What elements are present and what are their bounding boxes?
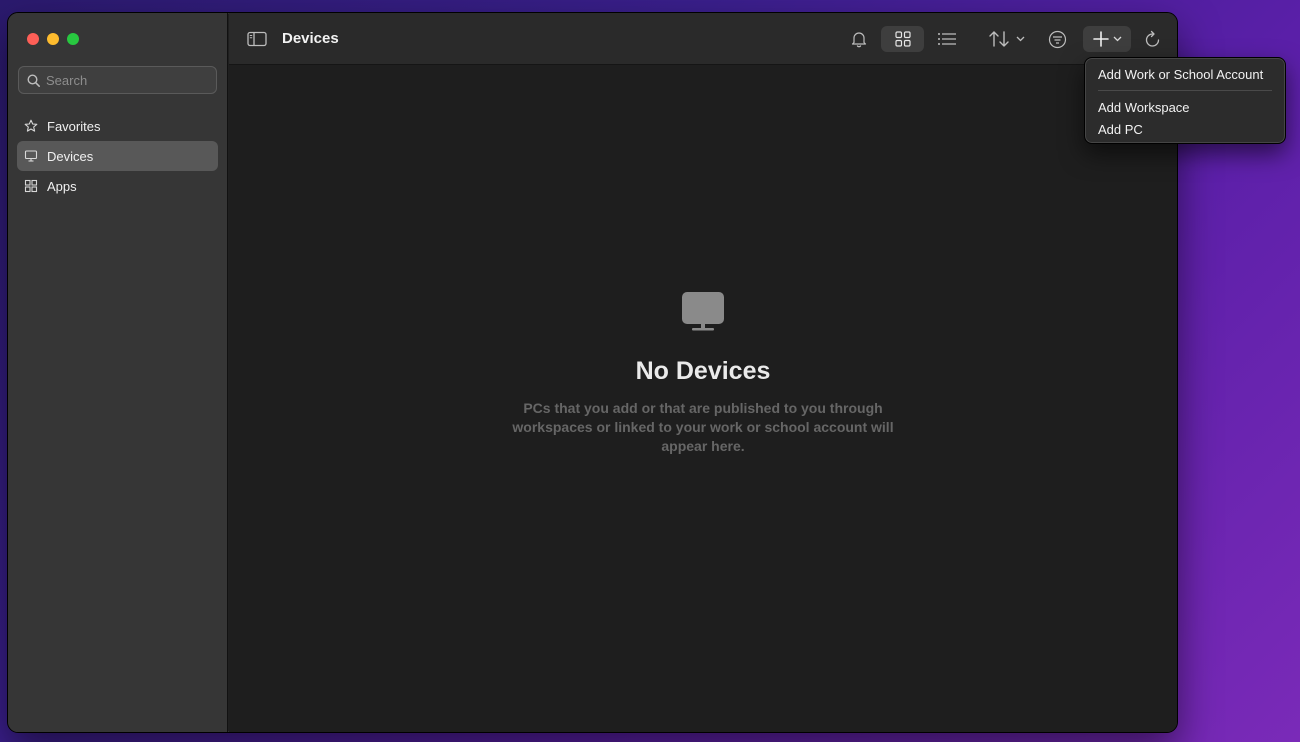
app-window: Search Favorites Devices Apps Devices No… <box>7 12 1178 733</box>
grid-view-button[interactable] <box>881 26 924 52</box>
menu-item-add-work-or-school-account[interactable]: Add Work or School Account <box>1085 66 1285 83</box>
empty-state: No Devices PCs that you add or that are … <box>229 291 1177 456</box>
add-dropdown-menu: Add Work or School Account Add Workspace… <box>1084 57 1286 144</box>
sidebar-item-label: Favorites <box>47 118 101 134</box>
sidebar-toggle-icon <box>247 31 267 47</box>
chevron-down-icon <box>1016 36 1024 42</box>
apps-icon <box>24 179 38 193</box>
sidebar-item-label: Apps <box>47 178 77 194</box>
empty-state-message: PCs that you add or that are published t… <box>512 400 894 454</box>
sidebar-nav: Favorites Devices Apps <box>17 111 218 201</box>
monitor-icon <box>24 150 38 162</box>
chevron-down-icon <box>1113 36 1121 42</box>
notifications-button[interactable] <box>849 26 869 52</box>
menu-item-add-workspace[interactable]: Add Workspace <box>1085 99 1285 116</box>
sidebar-item-devices[interactable]: Devices <box>17 141 218 171</box>
bell-icon <box>851 32 867 48</box>
menu-separator <box>1098 90 1272 91</box>
grid-view-icon <box>894 31 911 47</box>
page-title: Devices <box>282 30 339 47</box>
sort-icon <box>988 31 1009 47</box>
main-content: Devices No Devices PCs that you add or t… <box>229 13 1177 732</box>
add-icon <box>1092 31 1109 47</box>
toolbar: Devices <box>229 13 1177 65</box>
minimize-window-button[interactable] <box>47 33 59 45</box>
menu-item-add-pc[interactable]: Add PC <box>1085 121 1285 138</box>
sidebar: Search Favorites Devices Apps <box>8 13 228 732</box>
sidebar-toggle-button[interactable] <box>246 26 268 52</box>
list-view-icon <box>938 33 956 45</box>
search-icon <box>27 73 40 87</box>
sidebar-item-apps[interactable]: Apps <box>17 171 218 201</box>
search-placeholder: Search <box>46 72 88 88</box>
list-view-button[interactable] <box>935 26 959 52</box>
filter-icon <box>1048 30 1066 48</box>
refresh-icon <box>1145 30 1159 47</box>
filter-button[interactable] <box>1045 26 1069 52</box>
close-window-button[interactable] <box>27 33 39 45</box>
sidebar-item-favorites[interactable]: Favorites <box>17 111 218 141</box>
window-controls <box>27 33 79 45</box>
monitor-icon <box>682 292 724 331</box>
empty-state-title: No Devices <box>635 357 771 385</box>
star-icon <box>24 119 38 132</box>
sort-menu-button[interactable] <box>985 26 1027 52</box>
refresh-button[interactable] <box>1141 26 1163 52</box>
sidebar-item-label: Devices <box>47 148 94 164</box>
search-input[interactable]: Search <box>18 66 217 94</box>
maximize-window-button[interactable] <box>67 33 79 45</box>
add-menu-button[interactable] <box>1083 26 1131 52</box>
